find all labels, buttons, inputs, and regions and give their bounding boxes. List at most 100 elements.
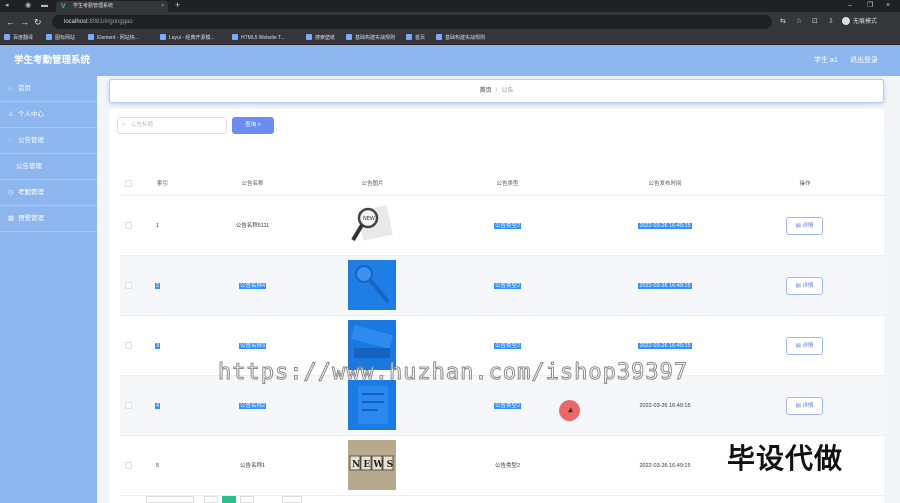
document-icon: ▤ xyxy=(795,403,801,409)
url-field[interactable]: localhost:8081/#/gonggao xyxy=(52,15,772,29)
watermark-text: https://www.huzhan.com/ishop39397 xyxy=(217,360,689,386)
current-user-label: 学生 a1 xyxy=(814,57,838,64)
bookmark-item[interactable]: 首页 xyxy=(406,34,425,43)
row-name: 公告名称4 xyxy=(238,283,267,289)
row-time: 2022-03-26 16:49:15 xyxy=(638,283,692,289)
table-header: 索引 公告名称 公告图片 公告类型 公告发布时间 操作 xyxy=(120,172,886,196)
warning-icon: ▦ xyxy=(8,215,15,222)
incognito-avatar-icon xyxy=(842,17,850,26)
bookmark-item[interactable]: Layui - 经典开源模... xyxy=(160,34,215,43)
search-input[interactable]: ⌕ 公告标题 xyxy=(117,117,227,134)
window-close-icon[interactable]: × xyxy=(886,0,890,11)
bookmark-icon xyxy=(406,34,412,40)
bookmark-icon xyxy=(306,34,312,40)
address-bar-row: ← → ↻ localhost:8081/#/gonggao ⇆ ☆ ⊡ ⇩ 无… xyxy=(0,12,900,32)
sidebar-subitem-notice[interactable]: 公告管理 xyxy=(0,154,97,180)
sidebar-item-attendance[interactable]: ◷ 考勤管理 xyxy=(0,180,97,206)
row-type: 公告类型2 xyxy=(493,223,522,229)
row-time: 2022-03-26 16:49:15 xyxy=(639,463,691,469)
app-title: 学生考勤管理系统 xyxy=(14,55,91,66)
logout-link[interactable]: 退出登录 xyxy=(850,45,878,76)
search-button[interactable]: 查询 ⌕ xyxy=(232,117,274,134)
tab-title: 学生考勤管理系统 xyxy=(73,3,114,9)
reload-icon[interactable]: ↻ xyxy=(34,16,42,28)
sidebar-item-notice-group[interactable]: ◌ 公告管理 xyxy=(0,128,97,154)
row-checkbox[interactable] xyxy=(125,222,132,229)
search-icon: ⌕ xyxy=(122,122,126,128)
row-checkbox[interactable] xyxy=(125,462,132,469)
bookmark-icon xyxy=(4,34,10,40)
header-type: 公告类型 xyxy=(496,181,519,187)
bookmark-item[interactable]: 基础构建实战规则 xyxy=(436,34,485,43)
row-index: 2 xyxy=(154,283,161,289)
bookmark-item[interactable]: 图标网站 xyxy=(46,34,75,43)
mouse-cursor-icon xyxy=(559,400,580,421)
bookmark-icon xyxy=(88,34,94,40)
profile-button[interactable]: 无痕模式 xyxy=(842,17,877,27)
bookmark-item[interactable]: 基础构建实战规则 xyxy=(346,34,395,43)
table-row: 2 公告名称4 公告类型2 2022-03-26 16:49:15 ▤ 详情 xyxy=(120,256,886,316)
detail-button[interactable]: ▤ 详情 xyxy=(786,337,823,355)
bookmark-icon xyxy=(232,34,238,40)
url-path: :8081/#/gonggao xyxy=(87,19,133,25)
notice-image xyxy=(348,260,396,310)
new-tab-icon[interactable]: + xyxy=(175,0,180,11)
extension-icon[interactable]: ⊡ xyxy=(812,17,818,27)
prev-page-button[interactable] xyxy=(204,496,218,503)
row-index: 3 xyxy=(154,343,161,349)
sidebar-item-home[interactable]: ⌂ 首页 xyxy=(0,76,97,102)
sidebar-item-profile[interactable]: ♙ 个人中心 xyxy=(0,102,97,128)
restore-icon[interactable]: ❐ xyxy=(867,0,873,11)
row-index: 1 xyxy=(155,223,160,229)
bookmark-item[interactable]: 百度翻译 xyxy=(4,34,33,43)
row-checkbox[interactable] xyxy=(125,342,132,349)
document-icon: ▤ xyxy=(795,223,801,229)
row-checkbox[interactable] xyxy=(125,282,132,289)
svg-text:NEW: NEW xyxy=(363,216,375,222)
sidebar: ⌂ 首页 ♙ 个人中心 ◌ 公告管理 公告管理 ◷ 考勤管理 ▦ 预警管理 xyxy=(0,76,97,503)
detail-button[interactable]: ▤ 详情 xyxy=(786,277,823,295)
breadcrumb-home[interactable]: 首页 xyxy=(480,88,492,94)
bookmark-item[interactable]: 搜索壁纸 xyxy=(306,34,335,43)
bookmark-icon xyxy=(436,34,442,40)
page-button-current[interactable] xyxy=(222,496,236,503)
translate-icon[interactable]: ⇆ xyxy=(780,17,786,27)
row-name: 公告名称5111 xyxy=(235,223,270,229)
detail-button[interactable]: ▤ 详情 xyxy=(786,397,823,415)
back-icon[interactable]: ← xyxy=(6,16,15,28)
row-time: 2022-03-26 16:49:15 xyxy=(639,403,691,409)
detail-button[interactable]: ▤ 详情 xyxy=(786,217,823,235)
app-header: 学生考勤管理系统 学生 a1 退出登录 xyxy=(0,45,900,76)
pagination xyxy=(110,496,330,503)
notice-image: N E W S xyxy=(348,440,396,490)
goto-page-input[interactable] xyxy=(282,496,302,503)
bookmark-item[interactable]: HTML5 Website T... xyxy=(232,34,285,43)
row-type: 公告类型2 xyxy=(493,283,522,289)
bookmark-icon xyxy=(160,34,166,40)
table-row: 1 公告名称5111 NEW 公告类型2 2022-03-26 16:49:15… xyxy=(120,196,886,256)
svg-text:N E W S: N E W S xyxy=(352,460,393,470)
select-all-checkbox[interactable] xyxy=(125,180,132,187)
minimize-icon[interactable]: – xyxy=(848,0,852,11)
header-name: 公告名称 xyxy=(241,181,264,187)
tab-close-icon[interactable]: × xyxy=(161,1,164,12)
user-icon: ♙ xyxy=(8,111,14,118)
sidebar-item-warning[interactable]: ▦ 预警管理 xyxy=(0,206,97,232)
url-host: localhost xyxy=(64,19,88,25)
row-index: 4 xyxy=(154,403,161,409)
star-icon[interactable]: ☆ xyxy=(796,17,802,27)
next-page-button[interactable] xyxy=(240,496,254,503)
page-size-select[interactable] xyxy=(146,496,194,503)
browser-tab[interactable]: V 学生考勤管理系统 × xyxy=(56,1,168,12)
forward-icon[interactable]: → xyxy=(20,16,29,28)
row-checkbox[interactable] xyxy=(125,402,132,409)
bookmark-item[interactable]: Element - 网站快... xyxy=(88,34,139,43)
tab-search-icon[interactable]: ◂ xyxy=(5,1,9,11)
notice-icon: ◌ xyxy=(8,137,12,144)
row-index: 5 xyxy=(155,463,160,469)
header-action: 操作 xyxy=(799,181,811,187)
row-name: 公告名称1 xyxy=(239,463,266,469)
browser-logo-icon: ◉ xyxy=(25,2,32,9)
download-icon[interactable]: ⇩ xyxy=(828,17,834,27)
tab-strip-icon[interactable]: ▬ xyxy=(41,1,48,11)
